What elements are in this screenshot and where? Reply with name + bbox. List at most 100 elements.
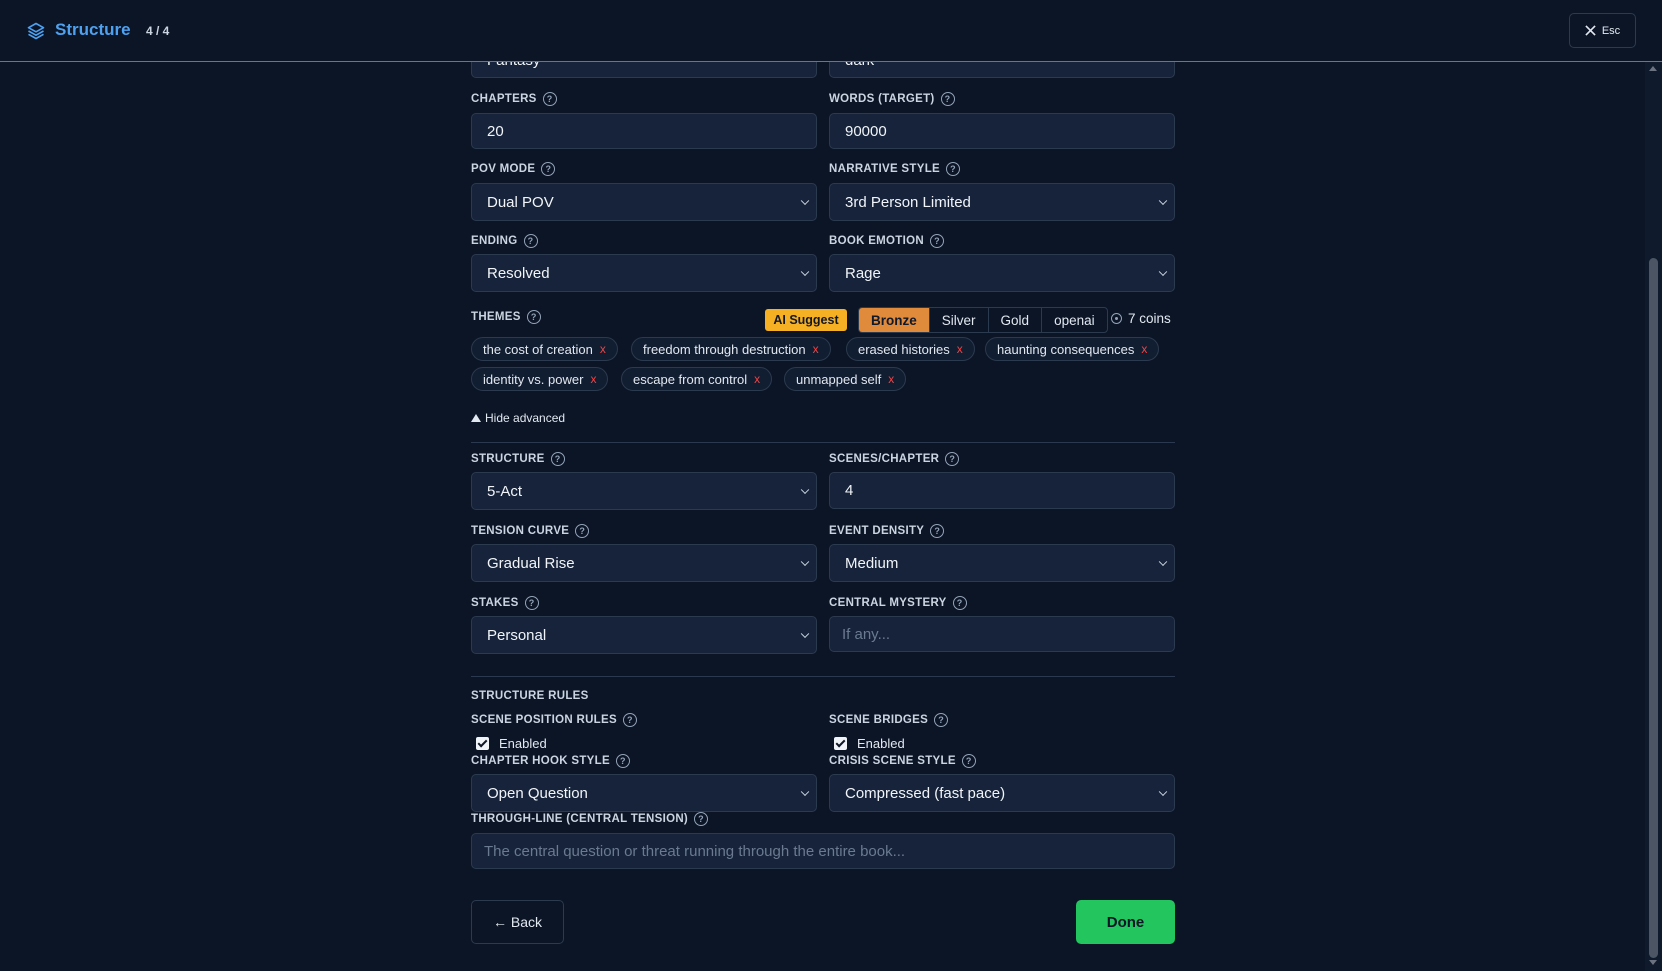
- help-icon[interactable]: ?: [622, 713, 637, 727]
- back-button[interactable]: ← Back: [471, 900, 564, 944]
- coin-count: 7 coins: [1128, 311, 1171, 326]
- density-select[interactable]: Medium: [829, 544, 1175, 582]
- tension-select[interactable]: Gradual Rise: [471, 544, 817, 582]
- tension-value: Gradual Rise: [487, 554, 575, 572]
- chapters-input[interactable]: 20: [471, 113, 817, 149]
- help-icon[interactable]: ?: [961, 754, 976, 768]
- chapters-label: CHAPTERS?: [471, 92, 817, 106]
- tier-bronze[interactable]: Bronze: [859, 308, 930, 332]
- remove-icon[interactable]: x: [1141, 342, 1147, 356]
- chevron-down-icon: [1158, 267, 1168, 277]
- ending-value: Resolved: [487, 264, 550, 282]
- hook-style-label: CHAPTER HOOK STYLE?: [471, 754, 817, 768]
- remove-icon[interactable]: x: [600, 342, 606, 356]
- theme-chip: freedom through destruction x: [631, 337, 831, 361]
- scroll-up-icon[interactable]: [1649, 66, 1657, 71]
- crisis-style-select[interactable]: Compressed (fast pace): [829, 774, 1175, 812]
- narrative-value: 3rd Person Limited: [845, 193, 971, 211]
- hide-advanced-toggle[interactable]: Hide advanced: [471, 411, 565, 425]
- help-icon[interactable]: ?: [541, 162, 556, 176]
- close-icon: [1585, 25, 1596, 36]
- mystery-label: CENTRAL MYSTERY?: [829, 596, 1175, 610]
- coin-balance: 7 coins: [1111, 311, 1171, 326]
- chevron-down-icon: [800, 787, 810, 797]
- scene-bridges-label: SCENE BRIDGES?: [829, 713, 1175, 727]
- narrative-label: NARRATIVE STYLE?: [829, 162, 1175, 176]
- crisis-style-label: CRISIS SCENE STYLE?: [829, 754, 1175, 768]
- stakes-value: Personal: [487, 626, 547, 644]
- help-icon[interactable]: ?: [940, 92, 955, 106]
- help-icon[interactable]: ?: [946, 162, 960, 176]
- words-input[interactable]: 90000: [829, 113, 1175, 149]
- emotion-select[interactable]: Rage: [829, 254, 1175, 292]
- help-icon[interactable]: ?: [542, 92, 557, 106]
- scene-position-checkbox[interactable]: Enabled: [476, 736, 547, 751]
- tier-gold[interactable]: Gold: [989, 308, 1043, 332]
- scene-bridges-checkbox[interactable]: Enabled: [834, 736, 905, 751]
- tier-silver[interactable]: Silver: [930, 308, 989, 332]
- theme-chip: the cost of creation x: [471, 337, 618, 361]
- remove-icon[interactable]: x: [813, 342, 819, 356]
- done-button[interactable]: Done: [1076, 900, 1175, 944]
- scene-position-label: SCENE POSITION RULES?: [471, 713, 817, 727]
- throughline-label: THROUGH-LINE (CENTRAL TENSION)?: [471, 812, 817, 826]
- scrollbar-thumb[interactable]: [1649, 258, 1658, 958]
- words-value: 90000: [845, 122, 887, 140]
- ai-suggest-button[interactable]: AI Suggest: [765, 309, 847, 331]
- theme-chip: erased histories x: [846, 337, 975, 361]
- scenes-label: SCENES/CHAPTER?: [829, 452, 1175, 466]
- step-indicator: 4 / 4: [146, 24, 170, 38]
- help-icon[interactable]: ?: [952, 596, 967, 610]
- narrative-select[interactable]: 3rd Person Limited: [829, 183, 1175, 221]
- structure-select[interactable]: 5-Act: [471, 472, 817, 510]
- pov-select[interactable]: Dual POV: [471, 183, 817, 221]
- help-icon[interactable]: ?: [550, 452, 565, 466]
- scrollbar[interactable]: [1645, 62, 1662, 971]
- remove-icon[interactable]: x: [957, 342, 963, 356]
- help-icon[interactable]: ?: [615, 754, 630, 768]
- hook-style-select[interactable]: Open Question: [471, 774, 817, 812]
- divider: [471, 442, 1175, 443]
- close-button[interactable]: Esc: [1569, 13, 1636, 48]
- pov-label: POV MODE?: [471, 162, 817, 176]
- stakes-label: STAKES?: [471, 596, 817, 610]
- checkbox-checked-icon: [476, 737, 489, 750]
- mystery-placeholder: If any...: [842, 625, 891, 643]
- close-button-label: Esc: [1601, 24, 1621, 37]
- help-icon[interactable]: ?: [930, 524, 945, 538]
- page-title: Structure: [55, 20, 131, 39]
- scroll-down-icon[interactable]: [1649, 960, 1657, 965]
- density-value: Medium: [845, 554, 899, 572]
- hook-style-value: Open Question: [487, 784, 588, 802]
- ending-select[interactable]: Resolved: [471, 254, 817, 292]
- throughline-input[interactable]: The central question or threat running t…: [471, 833, 1175, 869]
- tension-label: TENSION CURVE?: [471, 524, 817, 538]
- throughline-placeholder: The central question or threat running t…: [484, 842, 906, 860]
- structure-rules-title: STRUCTURE RULES: [471, 690, 589, 702]
- scenes-value: 4: [845, 482, 854, 499]
- remove-icon[interactable]: x: [888, 372, 894, 386]
- tier-openai[interactable]: openai: [1042, 308, 1107, 332]
- remove-icon[interactable]: x: [754, 372, 760, 386]
- help-icon[interactable]: ?: [694, 812, 709, 826]
- scenes-input[interactable]: 4: [829, 472, 1175, 509]
- help-icon[interactable]: ?: [575, 524, 590, 538]
- crisis-style-value: Compressed (fast pace): [845, 784, 1006, 802]
- checkbox-label: Enabled: [857, 736, 905, 751]
- help-icon[interactable]: ?: [945, 452, 960, 466]
- emotion-label: BOOK EMOTION?: [829, 234, 1175, 248]
- help-icon[interactable]: ?: [934, 713, 949, 727]
- remove-icon[interactable]: x: [590, 372, 596, 386]
- chevron-down-icon: [800, 629, 810, 639]
- mystery-input[interactable]: If any...: [829, 616, 1175, 652]
- help-icon[interactable]: ?: [929, 234, 944, 248]
- help-icon[interactable]: ?: [524, 596, 539, 610]
- help-icon[interactable]: ?: [526, 310, 541, 324]
- help-icon[interactable]: ?: [523, 234, 538, 248]
- layers-icon: [27, 22, 45, 40]
- chevron-down-icon: [1158, 557, 1168, 567]
- chevron-down-icon: [800, 267, 810, 277]
- words-label: WORDS (TARGET)?: [829, 92, 1175, 106]
- stakes-select[interactable]: Personal: [471, 616, 817, 654]
- pov-value: Dual POV: [487, 193, 554, 211]
